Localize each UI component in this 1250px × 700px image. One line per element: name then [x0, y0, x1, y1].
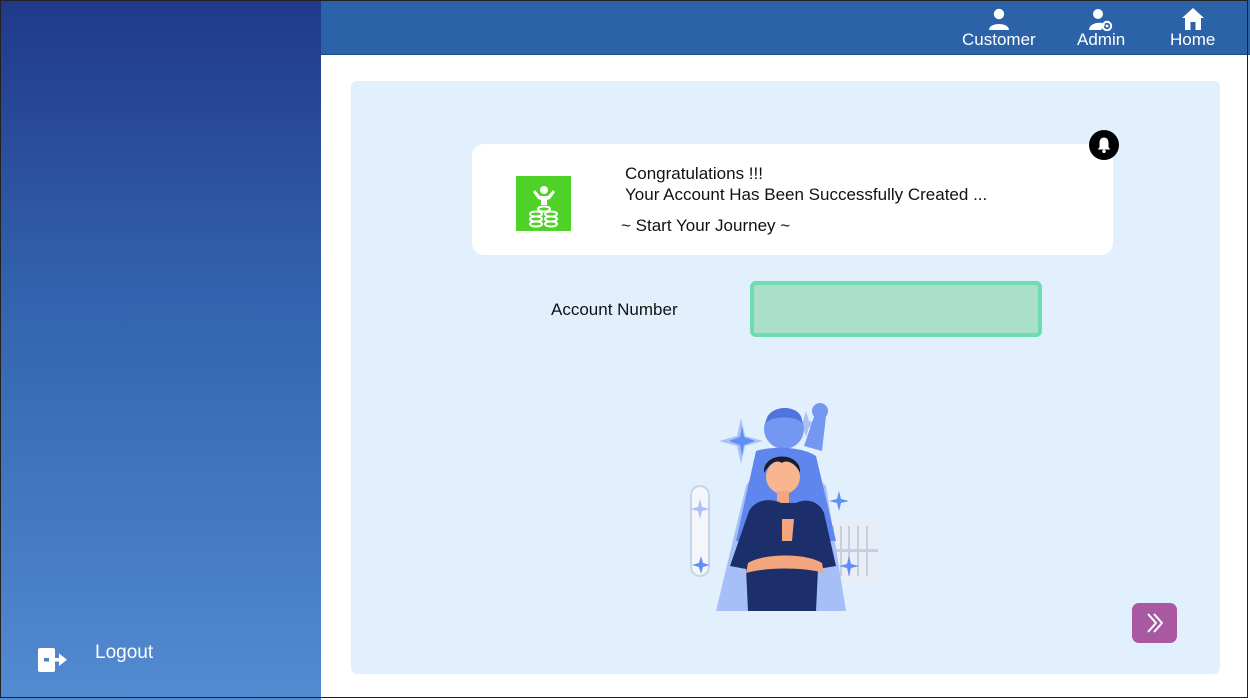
nav-admin[interactable]: Admin — [1077, 7, 1125, 49]
nav-customer-label: Customer — [962, 30, 1036, 49]
congrats-heading: Congratulations !!! — [625, 164, 763, 183]
customer-icon — [988, 8, 1009, 30]
logout-label: Logout — [95, 642, 154, 663]
account-number-field[interactable] — [750, 281, 1042, 337]
account-number-label: Account Number — [551, 300, 678, 319]
nav-home[interactable]: Home — [1170, 7, 1215, 49]
hero-illustration — [690, 403, 878, 611]
double-chevron-right-icon — [1146, 613, 1163, 633]
journey-tagline: ~ Start Your Journey ~ — [621, 216, 791, 235]
success-logo — [516, 176, 571, 231]
success-card: Congratulations !!! Your Account Has Bee… — [472, 144, 1113, 255]
main-panel: Congratulations !!! Your Account Has Bee… — [351, 81, 1220, 674]
next-button[interactable] — [1132, 603, 1177, 643]
logout-icon — [38, 648, 67, 672]
admin-icon — [1089, 9, 1113, 31]
success-money-icon — [529, 186, 558, 228]
home-icon — [1181, 8, 1204, 30]
nav-home-label: Home — [1170, 30, 1216, 49]
top-navigation-bar: Customer Admin Home — [321, 0, 1250, 55]
nav-admin-label: Admin — [1077, 30, 1126, 49]
bell-icon — [1097, 137, 1111, 154]
sidebar: Logout — [0, 0, 321, 700]
account-created-message: Your Account Has Been Successfully Creat… — [625, 185, 988, 204]
logout-button[interactable]: Logout — [36, 642, 154, 675]
nav-customer[interactable]: Customer — [962, 7, 1036, 49]
notification-button[interactable] — [1089, 130, 1119, 160]
